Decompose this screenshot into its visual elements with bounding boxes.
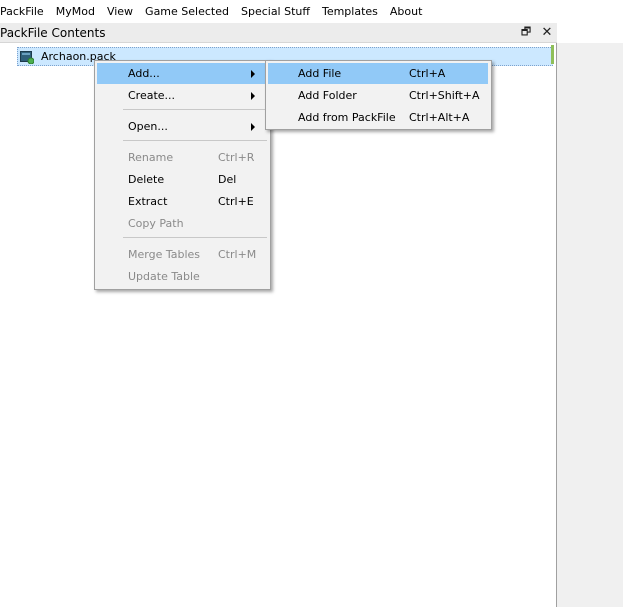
menu-item-label: Extract: [128, 195, 168, 208]
menu-item-shortcut: Ctrl+Shift+A: [409, 89, 480, 102]
menu-item-label: Add Folder: [298, 89, 357, 102]
menu-item-update-table[interactable]: Update Table: [97, 266, 267, 287]
menu-mymod[interactable]: MyMod: [50, 0, 101, 23]
menu-item-extract[interactable]: Extract Ctrl+E: [97, 191, 267, 212]
close-dock-icon[interactable]: ✕: [540, 25, 554, 40]
menu-separator: [123, 140, 267, 141]
menu-separator: [123, 109, 267, 110]
menu-item-label: Add from PackFile: [298, 111, 396, 124]
menu-item-shortcut: Ctrl+R: [218, 151, 255, 164]
menu-item-rename[interactable]: Rename Ctrl+R: [97, 147, 267, 168]
menu-separator: [123, 237, 267, 238]
menu-item-label: Open...: [128, 120, 168, 133]
status-marker: [551, 45, 554, 64]
menu-item-label: Add File: [298, 67, 342, 80]
menu-item-label: Rename: [128, 151, 174, 164]
menu-about[interactable]: About: [384, 0, 429, 23]
dock-title: PackFile Contents: [0, 25, 106, 40]
menu-item-label: Update Table: [128, 270, 200, 283]
menu-item-copy-path[interactable]: Copy Path: [97, 213, 267, 234]
menu-item-create[interactable]: Create...: [97, 85, 267, 106]
menu-item-label: Delete: [128, 173, 165, 186]
menu-item-shortcut: Del: [218, 173, 237, 186]
menu-game-selected[interactable]: Game Selected: [139, 0, 235, 23]
right-panel: [557, 43, 623, 607]
menu-item-shortcut: Ctrl+M: [218, 248, 257, 261]
submenu-arrow-icon: [251, 92, 255, 100]
menu-item-shortcut: Ctrl+A: [409, 67, 446, 80]
menu-item-add-folder[interactable]: Add Folder Ctrl+Shift+A: [268, 85, 488, 106]
dock-header: PackFile Contents 🗗 ✕: [0, 23, 557, 43]
add-submenu: Add File Ctrl+A Add Folder Ctrl+Shift+A …: [265, 60, 492, 130]
submenu-arrow-icon: [251, 70, 255, 78]
submenu-arrow-icon: [251, 123, 255, 131]
menu-item-shortcut: Ctrl+Alt+A: [409, 111, 470, 124]
menu-item-label: Add...: [128, 67, 160, 80]
menu-view[interactable]: View: [101, 0, 139, 23]
menu-packfile[interactable]: PackFile: [0, 0, 50, 23]
menu-item-label: Create...: [128, 89, 176, 102]
menu-item-add[interactable]: Add...: [97, 63, 267, 84]
float-dock-icon[interactable]: 🗗: [519, 25, 533, 39]
menu-item-delete[interactable]: Delete Del: [97, 169, 267, 190]
menu-item-label: Merge Tables: [128, 248, 201, 261]
menu-templates[interactable]: Templates: [316, 0, 384, 23]
menu-special-stuff[interactable]: Special Stuff: [235, 0, 316, 23]
menu-item-shortcut: Ctrl+E: [218, 195, 254, 208]
menu-item-label: Copy Path: [128, 217, 184, 230]
menubar: PackFile MyMod View Game Selected Specia…: [0, 0, 623, 23]
menu-item-add-file[interactable]: Add File Ctrl+A: [268, 63, 488, 84]
menu-item-merge-tables[interactable]: Merge Tables Ctrl+M: [97, 244, 267, 265]
menu-item-add-from-packfile[interactable]: Add from PackFile Ctrl+Alt+A: [268, 107, 488, 128]
pack-file-icon: [20, 50, 35, 64]
context-menu: Add... Create... Open... Rename Ctrl+R D…: [94, 60, 271, 290]
menu-item-open[interactable]: Open...: [97, 116, 267, 137]
